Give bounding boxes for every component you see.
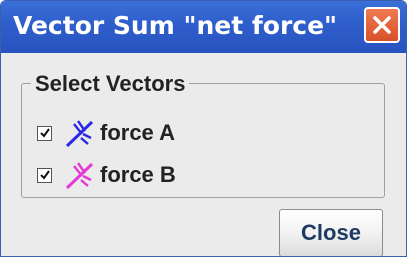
force-a-label: force A — [100, 120, 175, 145]
title-bar[interactable]: Vector Sum "net force" — [1, 1, 406, 53]
vector-row-force-b[interactable]: force B — [37, 160, 176, 190]
force-b-checkbox[interactable] — [37, 167, 52, 183]
checkmark-icon — [40, 127, 50, 138]
dialog-content: Select Vectors force A force B Close — [1, 53, 406, 256]
window-title: Vector Sum "net force" — [13, 11, 338, 40]
close-button[interactable]: Close — [279, 209, 383, 256]
checkmark-icon — [40, 169, 50, 180]
force-a-checkbox[interactable] — [37, 125, 52, 141]
window-close-button[interactable] — [364, 7, 400, 43]
vector-row-force-a[interactable]: force A — [37, 118, 175, 148]
close-icon — [373, 16, 391, 34]
vector-sum-dialog: Vector Sum "net force" Select Vectors fo… — [0, 0, 407, 257]
force-b-label: force B — [100, 162, 176, 187]
vector-arrow-icon — [65, 120, 94, 148]
vector-arrow-icon — [65, 162, 94, 190]
group-legend: Select Vectors — [31, 71, 190, 97]
